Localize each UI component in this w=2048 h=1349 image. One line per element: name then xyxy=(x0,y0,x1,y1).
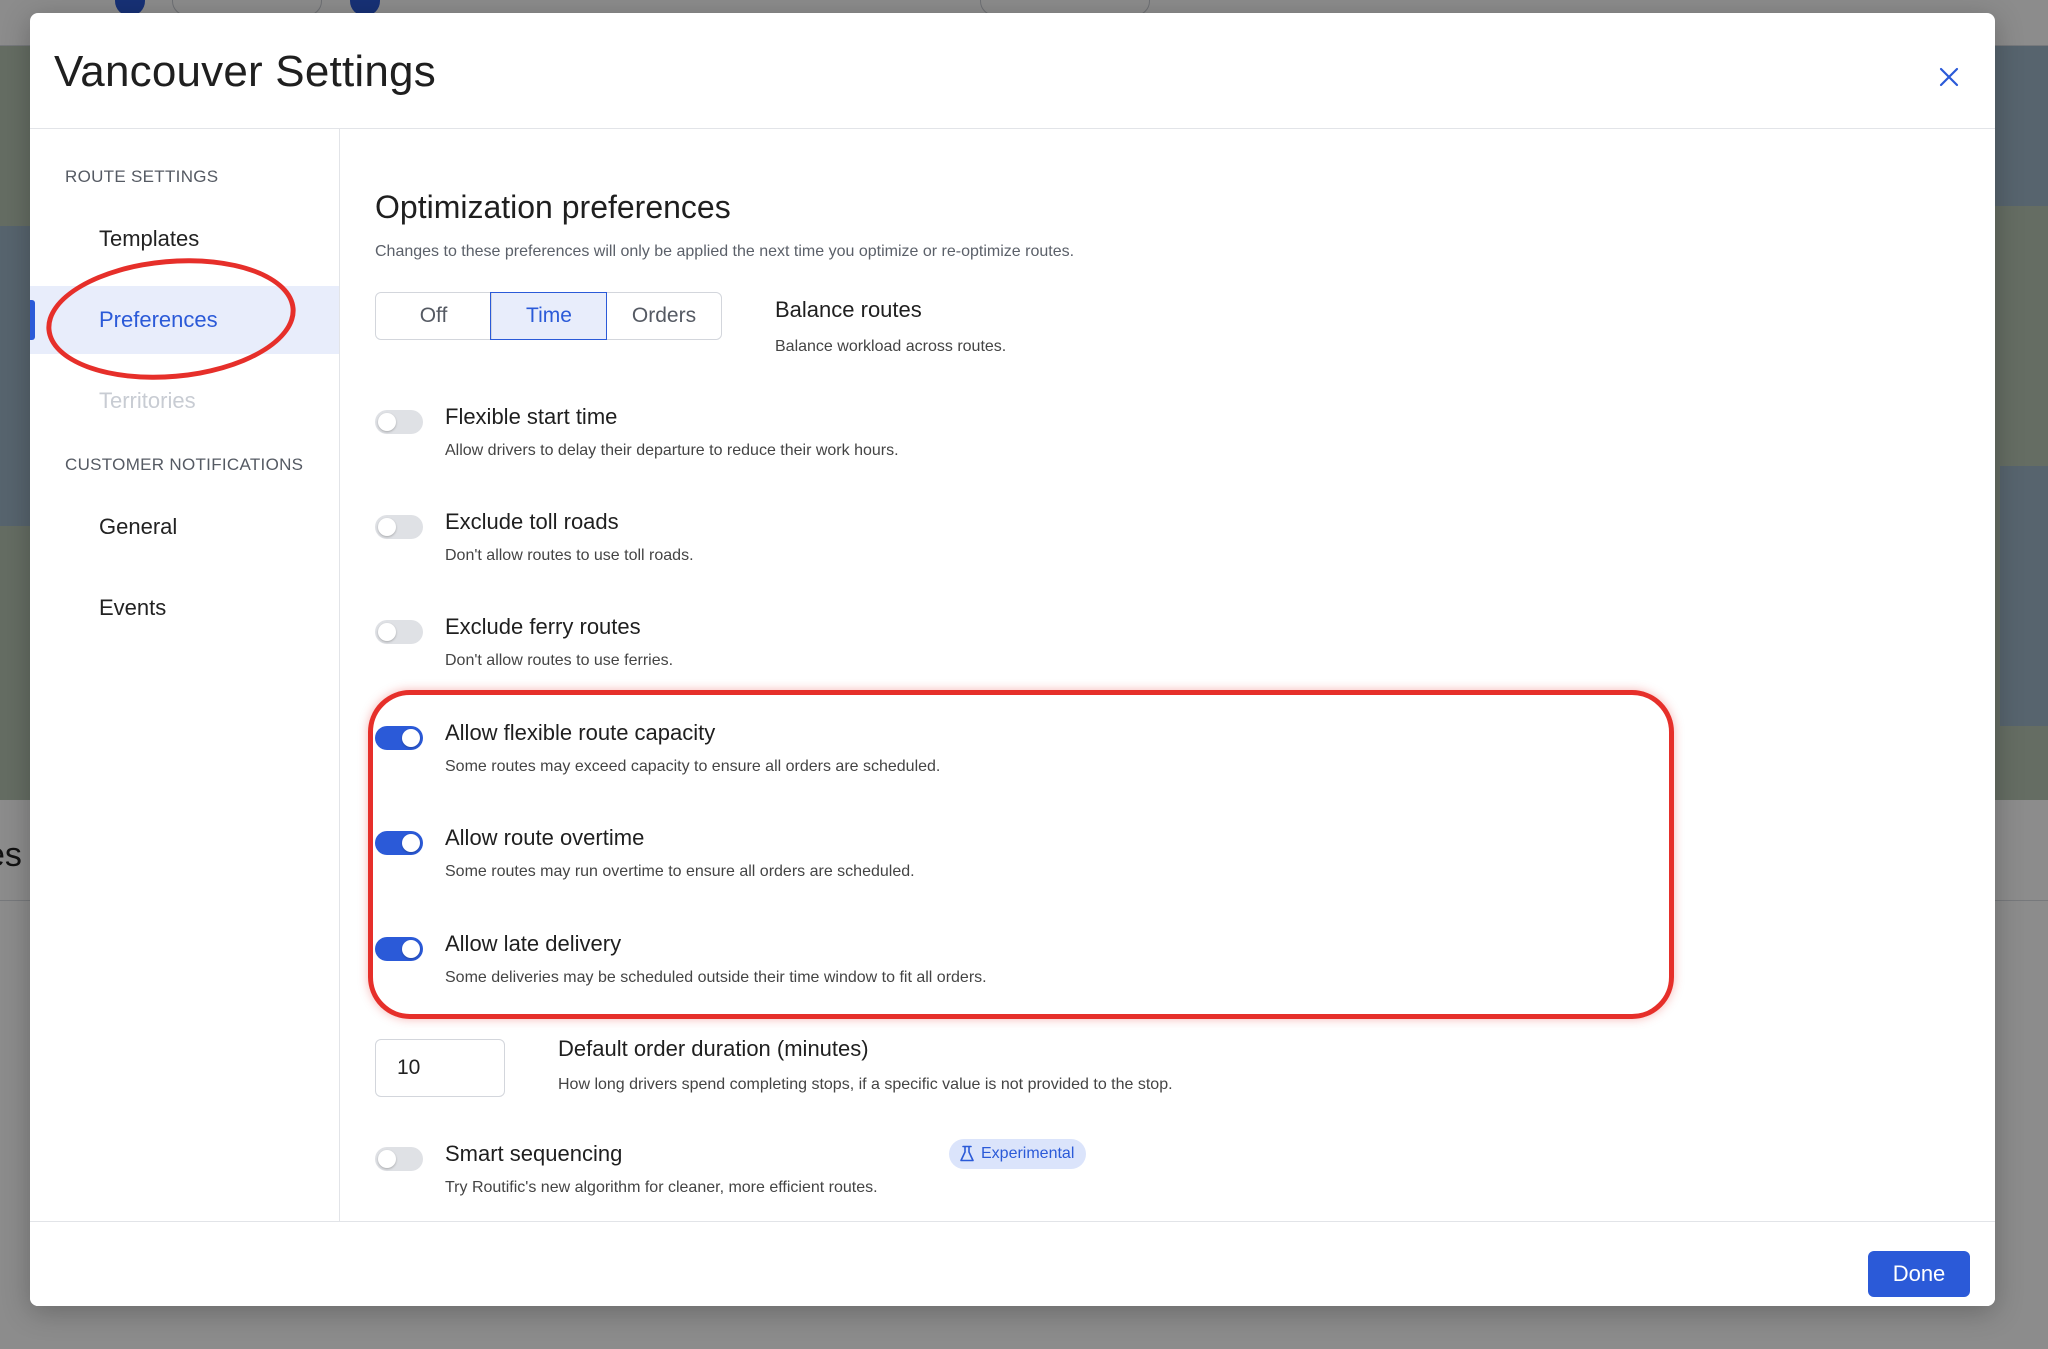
sidebar-item-label: Preferences xyxy=(99,307,218,332)
setting-label: Allow late delivery xyxy=(445,931,622,956)
setting-description: Don't allow routes to use toll roads. xyxy=(445,547,694,564)
sidebar-section-route-settings: ROUTE SETTINGS xyxy=(65,167,219,186)
toggle-knob xyxy=(402,729,420,747)
preferences-content: Optimization preferences Changes to thes… xyxy=(341,129,1981,1221)
allow-route-overtime-toggle[interactable] xyxy=(375,831,423,855)
setting-allow-route-overtime: Allow route overtime Some routes may run… xyxy=(375,825,1575,895)
setting-description: Some routes may exceed capacity to ensur… xyxy=(445,758,941,775)
setting-description: Some deliveries may be scheduled outside… xyxy=(445,969,987,986)
allow-flexible-route-capacity-toggle[interactable] xyxy=(375,726,423,750)
close-button[interactable] xyxy=(1929,57,1969,97)
exclude-ferry-routes-toggle[interactable] xyxy=(375,620,423,644)
sidebar-item-templates[interactable]: Templates xyxy=(30,205,339,273)
experimental-badge: Experimental xyxy=(949,1139,1087,1169)
default-order-duration-description: How long drivers spend completing stops,… xyxy=(558,1076,1173,1093)
page-subtitle: Changes to these preferences will only b… xyxy=(375,243,1075,260)
sidebar-item-label: Events xyxy=(99,595,167,620)
setting-description: Allow drivers to delay their departure t… xyxy=(445,442,899,459)
setting-allow-late-delivery: Allow late delivery Some deliveries may … xyxy=(375,931,1575,1001)
default-order-duration-label: Default order duration (minutes) xyxy=(558,1036,869,1061)
setting-description: Don't allow routes to use ferries. xyxy=(445,652,674,669)
setting-label: Exclude toll roads xyxy=(445,509,619,534)
toggle-knob xyxy=(378,413,396,431)
sidebar-item-label: Territories xyxy=(99,388,196,413)
flask-icon xyxy=(960,1145,974,1162)
setting-label: Flexible start time xyxy=(445,404,618,429)
allow-late-delivery-toggle[interactable] xyxy=(375,937,423,961)
page-title: Optimization preferences xyxy=(375,189,731,225)
toggle-knob xyxy=(378,518,396,536)
balance-option-orders[interactable]: Orders xyxy=(606,293,721,339)
setting-allow-flexible-route-capacity: Allow flexible route capacity Some route… xyxy=(375,720,1575,790)
setting-label: Allow flexible route capacity xyxy=(445,720,716,745)
setting-description: Try Routific's new algorithm for cleaner… xyxy=(445,1179,878,1196)
setting-label: Smart sequencing xyxy=(445,1141,623,1166)
flexible-start-time-toggle[interactable] xyxy=(375,410,423,434)
toggle-knob xyxy=(378,623,396,641)
toggle-knob xyxy=(402,940,420,958)
badge-label: Experimental xyxy=(981,1145,1075,1162)
default-order-duration-input[interactable] xyxy=(375,1039,505,1097)
sidebar-item-label: Templates xyxy=(99,226,200,251)
settings-sidebar: ROUTE SETTINGS Templates Preferences Ter… xyxy=(30,129,340,1221)
modal-footer: Done xyxy=(30,1221,1995,1306)
setting-exclude-toll-roads: Exclude toll roads Don't allow routes to… xyxy=(375,509,1575,579)
setting-label: Allow route overtime xyxy=(445,825,645,850)
sidebar-item-preferences[interactable]: Preferences xyxy=(30,286,339,354)
balance-routes-segmented-control: Off Time Orders xyxy=(375,292,722,340)
setting-label: Exclude ferry routes xyxy=(445,614,641,639)
done-button[interactable]: Done xyxy=(1868,1251,1970,1297)
toggle-knob xyxy=(378,1150,396,1168)
sidebar-section-customer-notifications: CUSTOMER NOTIFICATIONS xyxy=(65,455,304,474)
sidebar-item-label: General xyxy=(99,514,178,539)
modal-header: Vancouver Settings xyxy=(30,13,1995,129)
exclude-toll-roads-toggle[interactable] xyxy=(375,515,423,539)
setting-exclude-ferry-routes: Exclude ferry routes Don't allow routes … xyxy=(375,614,1575,684)
balance-option-off[interactable]: Off xyxy=(376,293,491,339)
close-icon xyxy=(1939,67,1959,87)
setting-flexible-start-time: Flexible start time Allow drivers to del… xyxy=(375,404,1575,474)
modal-title: Vancouver Settings xyxy=(54,47,436,96)
balance-routes-label: Balance routes xyxy=(775,297,922,322)
sidebar-item-territories[interactable]: Territories xyxy=(30,367,339,435)
sidebar-item-general[interactable]: General xyxy=(30,493,339,561)
balance-routes-description: Balance workload across routes. xyxy=(775,338,1007,355)
smart-sequencing-toggle[interactable] xyxy=(375,1147,423,1171)
toggle-knob xyxy=(402,834,420,852)
setting-description: Some routes may run overtime to ensure a… xyxy=(445,863,915,880)
balance-option-time[interactable]: Time xyxy=(490,292,607,340)
sidebar-item-events[interactable]: Events xyxy=(30,574,339,642)
settings-modal: Vancouver Settings ROUTE SETTINGS Templa… xyxy=(30,13,1995,1306)
